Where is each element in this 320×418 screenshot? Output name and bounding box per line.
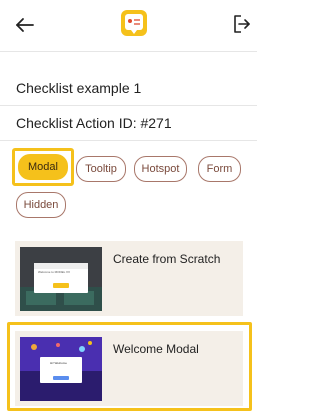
arrow-left-icon [16,18,34,32]
checklist-action-id-row: Checklist Action ID: #271 [0,106,257,141]
filter-chip-hotspot[interactable]: Hotspot [134,156,187,182]
checklist-title-row: Checklist example 1 [0,71,257,106]
filter-chip-hidden[interactable]: Hidden [16,192,66,218]
filter-chip-form[interactable]: Form [198,156,241,182]
log-out-icon [234,15,250,33]
template-thumbnail: Hi! Welcome [20,337,102,401]
template-card-create-from-scratch[interactable]: Welcome to MODEL XX Create from Scratch [15,241,243,316]
thumbnail-caption: Hi! Welcome [50,361,67,365]
filter-chip-modal[interactable]: Modal [18,154,68,180]
template-thumbnail: Welcome to MODEL XX [20,247,102,311]
app-header [0,0,257,52]
checklist-title: Checklist example 1 [16,80,142,96]
template-label: Welcome Modal [113,342,199,356]
template-label: Create from Scratch [113,252,221,266]
logout-button[interactable] [233,14,251,34]
thumbnail-caption: Welcome to MODEL XX [38,270,71,274]
checklist-logo-icon [121,10,147,36]
checklist-action-id: Checklist Action ID: #271 [16,115,172,131]
filter-chip-tooltip[interactable]: Tooltip [76,156,126,182]
back-button[interactable] [14,14,36,36]
template-card-welcome-modal[interactable]: Hi! Welcome Welcome Modal [15,331,243,406]
